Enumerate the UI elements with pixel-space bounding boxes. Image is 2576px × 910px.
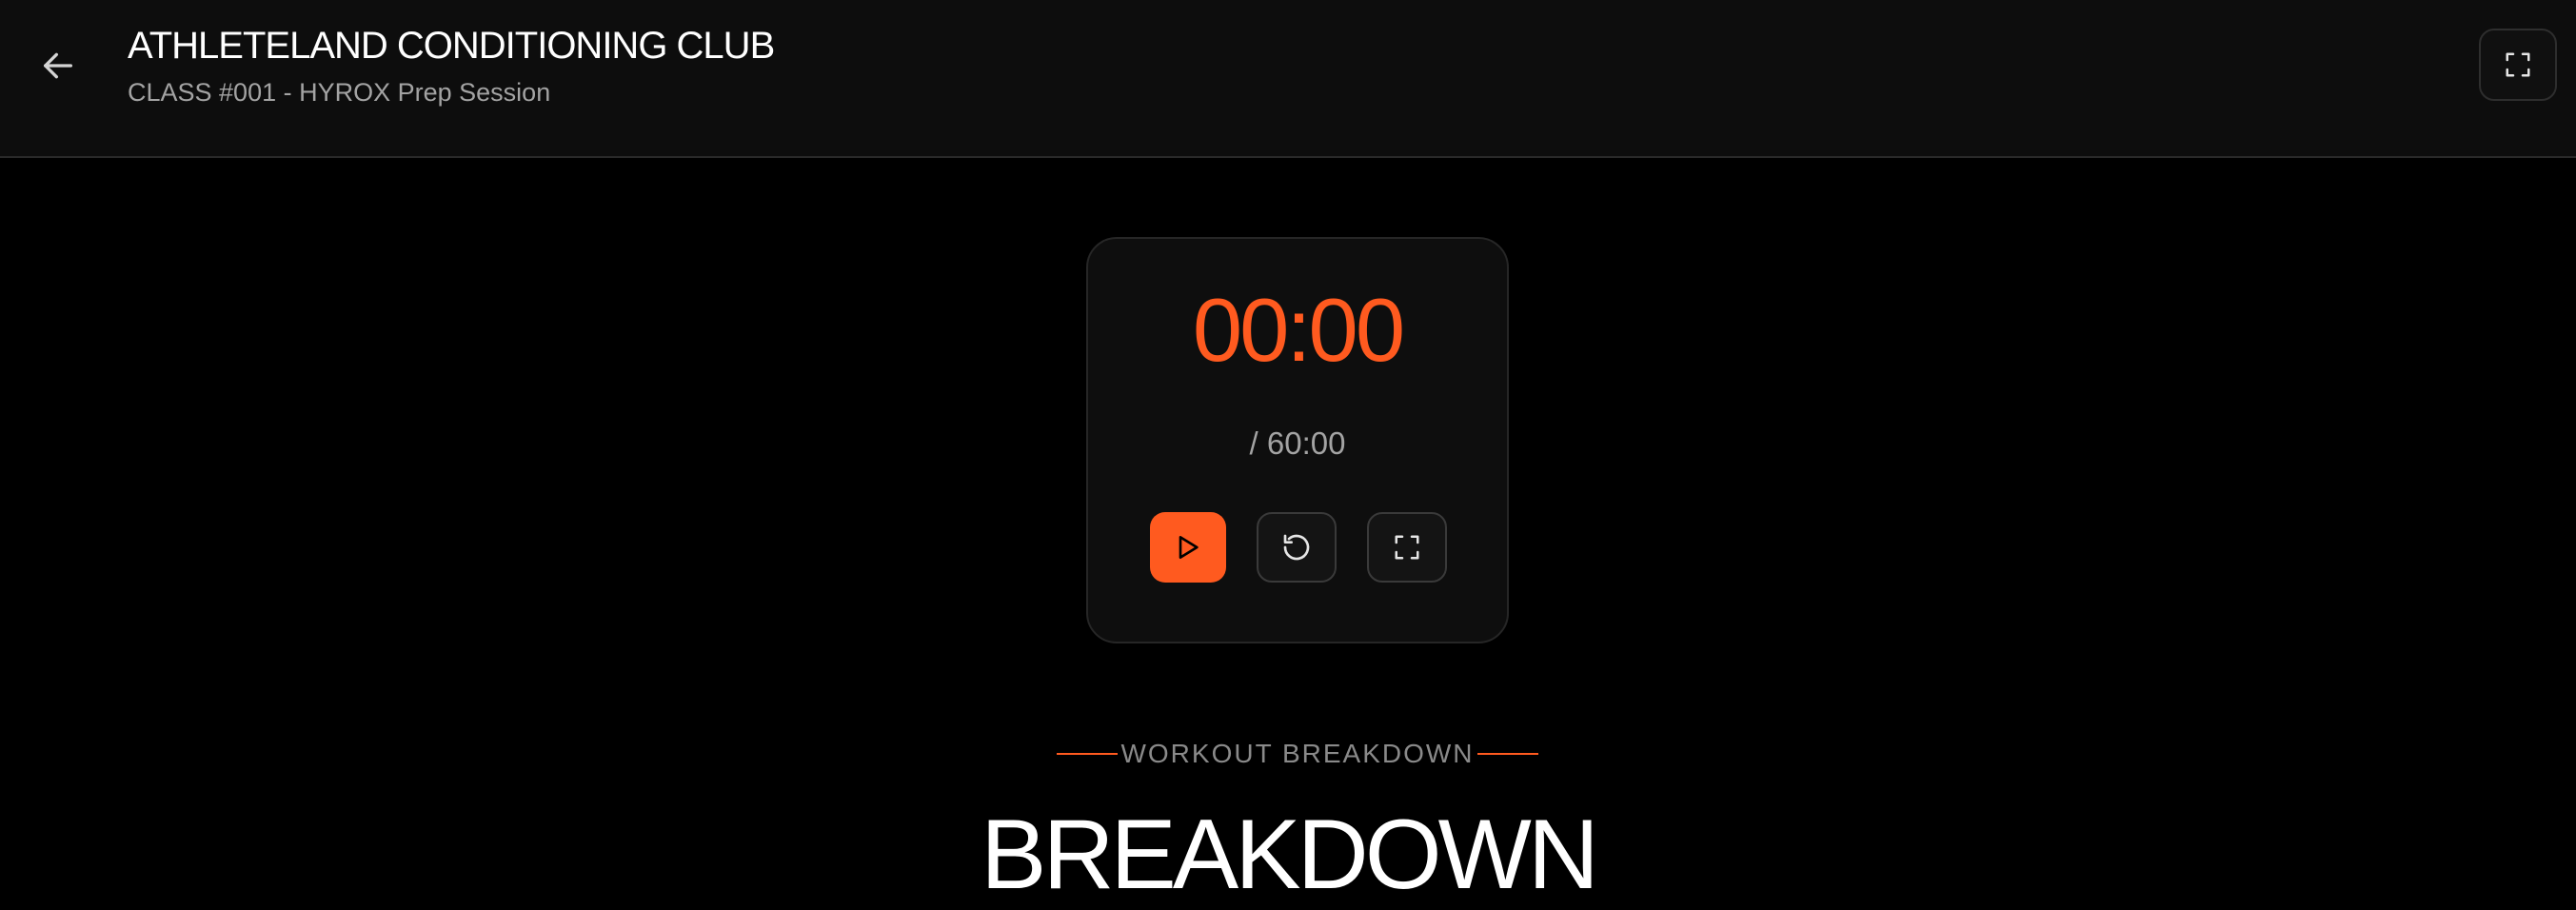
fullscreen-icon — [2506, 52, 2530, 77]
page-title: ATHLETELAND CONDITIONING CLUB — [128, 25, 775, 67]
reset-button[interactable] — [1257, 512, 1337, 583]
play-button[interactable] — [1150, 512, 1226, 583]
eyebrow-label: WORKOUT BREAKDOWN — [1120, 739, 1475, 768]
section-heading: BREAKDOWN — [981, 800, 1599, 910]
section-eyebrow: WORKOUT BREAKDOWN — [1057, 735, 1538, 773]
timer-fullscreen-button[interactable] — [1367, 512, 1447, 583]
timer-total: / 60:00 — [1249, 425, 1346, 461]
play-icon — [1179, 536, 1199, 559]
fullscreen-icon — [1395, 535, 1419, 560]
timer-elapsed: 00:00 — [1192, 280, 1405, 380]
class-subtitle: CLASS #001 - HYROX Prep Session — [128, 78, 551, 107]
fullscreen-button[interactable] — [2479, 29, 2557, 101]
arrow-left-icon — [44, 52, 73, 79]
top-bar: ATHLETELAND CONDITIONING CLUB CLASS #001… — [0, 0, 2576, 158]
eyebrow-divider-left — [1057, 753, 1118, 755]
back-button[interactable] — [34, 42, 82, 89]
timer-card: 00:00 / 60:00 — [1086, 237, 1509, 643]
reset-icon — [1283, 534, 1310, 561]
eyebrow-divider-right — [1477, 753, 1538, 755]
